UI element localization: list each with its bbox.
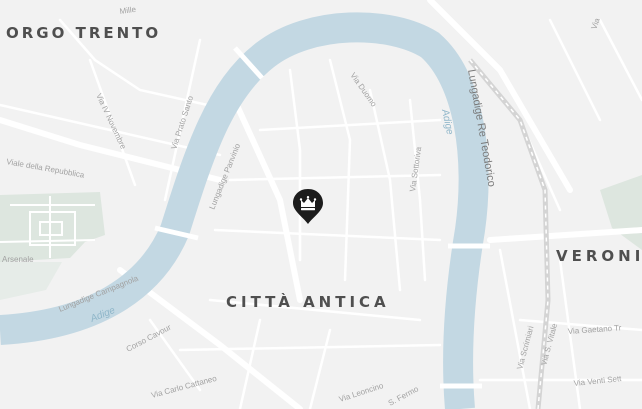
street-label: Via Leoncino: [338, 381, 385, 404]
district-verona: VERONI: [556, 247, 642, 265]
street-label: Corso Cavour: [125, 322, 173, 353]
street-label: Via Sottoriva: [408, 146, 423, 193]
street-label: Viale della Repubblica: [6, 157, 86, 180]
street-label: Via IV Novembre: [94, 92, 128, 151]
street-label: Arsenale: [2, 255, 34, 264]
street-label: Via Duomo: [348, 71, 378, 109]
district-citta-antica: CITTÀ ANTICA: [226, 292, 390, 311]
street-label: Via: [589, 16, 602, 30]
street-label: Via Venti Sett: [573, 374, 622, 388]
map-canvas[interactable]: ORGO TRENTO CITTÀ ANTICA VERONI Adige Ad…: [0, 0, 642, 409]
park-area: [600, 175, 642, 250]
district-borgo-trento: ORGO TRENTO: [6, 24, 161, 42]
street-label: Mille: [119, 5, 137, 16]
park-area: [0, 192, 105, 262]
park-area: [0, 262, 62, 300]
street-label: S. Fermo: [387, 384, 421, 408]
street-label: Via Carlo Cattaneo: [150, 374, 218, 400]
map-marker[interactable]: [290, 187, 326, 227]
